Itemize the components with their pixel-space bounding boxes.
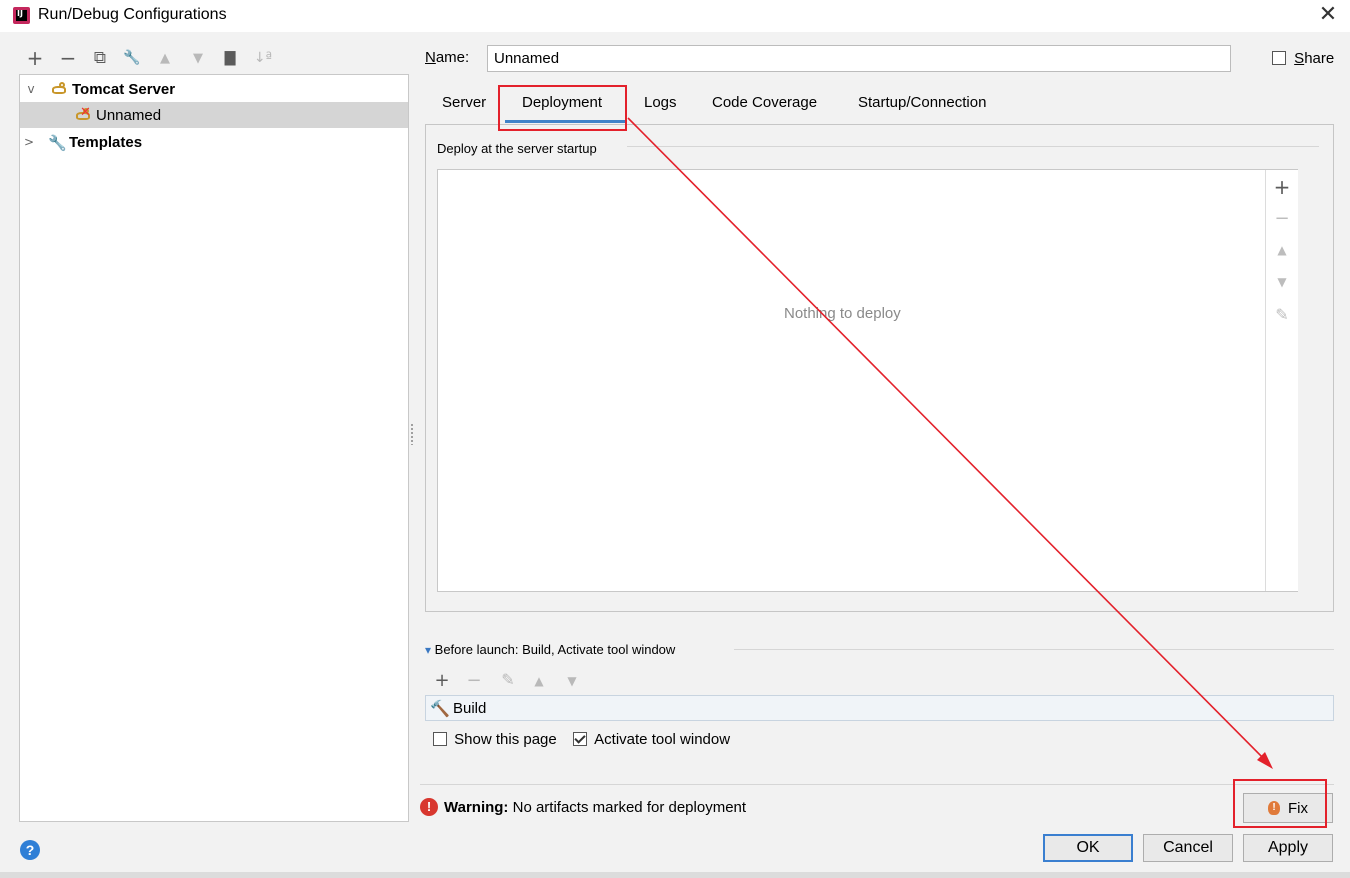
divider — [734, 649, 1334, 650]
share-checkbox-box[interactable] — [1272, 51, 1286, 65]
empty-state-text: Nothing to deploy — [784, 305, 901, 322]
apply-label: Apply — [1267, 839, 1309, 856]
before-launch-label: Before launch: Build, Activate tool wind… — [434, 642, 676, 657]
name-field[interactable] — [487, 45, 1231, 72]
configuration-tree[interactable]: v Tomcat Server ✕ Unnamed > 🔧 Templates — [19, 74, 409, 822]
checkbox-box[interactable] — [433, 732, 447, 746]
chevron-down-icon[interactable]: v — [22, 82, 40, 96]
cancel-button[interactable]: Cancel — [1143, 834, 1233, 862]
deploy-section-label: Deploy at the server startup — [437, 141, 597, 156]
apply-button[interactable]: Apply — [1243, 834, 1333, 862]
tomcat-icon — [50, 81, 68, 97]
remove-artifact-icon[interactable]: − — [1272, 208, 1292, 229]
new-folder-icon[interactable]: ▇ — [219, 47, 241, 69]
move-up-icon[interactable]: ▲ — [529, 674, 549, 688]
window-bottom-edge — [0, 872, 1350, 878]
intellij-icon: IJ — [13, 7, 30, 24]
warning-prefix: Warning: — [444, 799, 509, 816]
annotation-highlight-box — [1233, 779, 1327, 828]
checkbox-label: Activate tool window — [594, 731, 731, 748]
annotation-highlight-box — [498, 85, 627, 131]
splitter-handle[interactable] — [410, 423, 414, 445]
divider — [420, 784, 1334, 785]
move-down-icon[interactable]: ▼ — [562, 674, 582, 688]
move-up-icon[interactable]: ▲ — [1272, 243, 1292, 257]
tree-item-label: Tomcat Server — [72, 80, 176, 98]
deploy-list[interactable] — [437, 169, 1298, 592]
tab-server[interactable]: Server — [442, 94, 486, 111]
warning-text: No artifacts marked for deployment — [512, 799, 747, 816]
show-this-page-checkbox[interactable]: Show this page — [433, 731, 557, 748]
tab-startup-connection[interactable]: Startup/Connection — [858, 94, 986, 111]
name-label: Name: — [425, 49, 470, 66]
close-button[interactable]: ✕ — [1314, 2, 1342, 30]
edit-pencil-icon[interactable]: ✎ — [1272, 305, 1292, 324]
help-icon[interactable]: ? — [20, 840, 40, 860]
add-icon[interactable]: + — [24, 46, 46, 70]
hammer-icon: 🔨 — [430, 699, 450, 718]
remove-task-icon[interactable]: − — [464, 670, 484, 691]
activate-tool-window-checkbox[interactable]: Activate tool window — [573, 731, 730, 748]
tree-item-unnamed[interactable]: ✕ Unnamed — [20, 102, 408, 128]
wrench-icon: 🔧 — [48, 134, 67, 152]
share-label: hare — [1304, 50, 1335, 67]
checkbox-box[interactable] — [573, 732, 587, 746]
checkbox-label: Show this page — [454, 731, 557, 748]
task-label: Build — [453, 700, 487, 717]
tab-logs[interactable]: Logs — [644, 94, 677, 111]
task-row-build[interactable] — [425, 695, 1334, 721]
tree-item-tomcat-server[interactable]: v Tomcat Server — [20, 76, 408, 102]
chevron-right-icon[interactable]: > — [20, 135, 38, 149]
wrench-icon[interactable]: 🔧 — [121, 47, 143, 69]
move-down-icon[interactable]: ▼ — [187, 47, 209, 69]
add-artifact-icon[interactable]: + — [1272, 175, 1292, 199]
edit-task-icon[interactable]: ✎ — [498, 670, 518, 689]
share-checkbox[interactable]: Share — [1272, 50, 1334, 67]
before-launch-header[interactable]: ▾ Before launch: Build, Activate tool wi… — [425, 642, 675, 657]
collapse-toggle-icon[interactable]: ▾ — [425, 643, 431, 657]
add-task-icon[interactable]: + — [432, 670, 452, 691]
sort-icon[interactable]: ↓ª — [252, 47, 274, 69]
tree-item-templates[interactable]: > 🔧 Templates — [20, 129, 408, 155]
remove-icon[interactable]: − — [57, 46, 79, 70]
divider — [627, 146, 1319, 147]
tree-item-label: Templates — [69, 133, 143, 151]
move-down-icon[interactable]: ▼ — [1272, 275, 1292, 289]
move-up-icon[interactable]: ▲ — [154, 47, 176, 69]
tree-item-label: Unnamed — [96, 106, 162, 124]
deploy-list-toolbar — [1265, 170, 1298, 591]
ok-button[interactable]: OK — [1043, 834, 1133, 862]
tab-code-coverage[interactable]: Code Coverage — [712, 94, 817, 111]
window-title: Run/Debug Configurations — [38, 6, 227, 23]
copy-icon[interactable]: ⧉ — [89, 47, 111, 69]
error-icon: ! — [420, 798, 438, 816]
tomcat-error-icon: ✕ — [74, 105, 92, 123]
warning-message: Warning: No artifacts marked for deploym… — [444, 799, 746, 816]
